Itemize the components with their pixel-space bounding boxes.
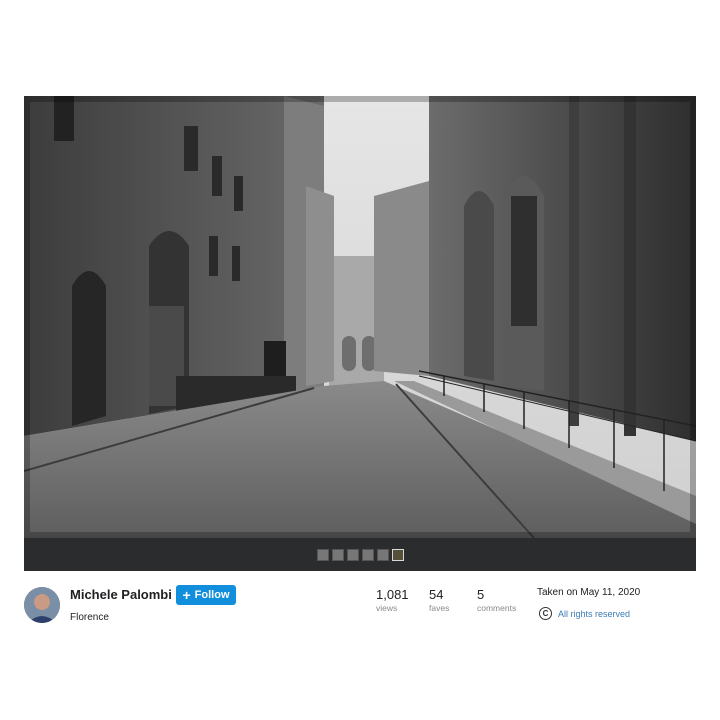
owner-name[interactable]: Michele Palombi — [70, 587, 172, 602]
views-label: views — [376, 603, 398, 613]
faves-count: 54 — [429, 587, 444, 602]
owner-location[interactable]: Florence — [70, 612, 109, 623]
filmstrip-thumb[interactable] — [331, 548, 344, 561]
follow-label: Follow — [194, 589, 230, 601]
follow-button[interactable]: + Follow — [176, 585, 236, 605]
avatar[interactable] — [24, 587, 60, 623]
filmstrip-thumb[interactable] — [316, 548, 329, 561]
filmstrip-thumb[interactable] — [361, 548, 374, 561]
rights-link[interactable]: C All rights reserved — [539, 607, 630, 620]
rights-text: All rights reserved — [558, 608, 631, 619]
comments-count: 5 — [477, 587, 485, 602]
filmstrip — [24, 538, 696, 571]
faves-stat: 54 faves — [429, 587, 449, 613]
main-photo[interactable] — [24, 96, 696, 538]
comments-stat[interactable]: 5 comments — [477, 587, 516, 613]
plus-icon: + — [182, 587, 191, 603]
photo-viewer — [24, 96, 696, 571]
filmstrip-thumb[interactable] — [346, 548, 359, 561]
taken-date[interactable]: Taken on May 11, 2020 — [537, 587, 640, 598]
views-count: 1,081 — [376, 587, 409, 602]
comments-label: comments — [477, 603, 517, 613]
views-stat: 1,081 views — [376, 587, 409, 613]
faves-label: faves — [429, 603, 450, 613]
filmstrip-thumb-active[interactable] — [391, 548, 404, 561]
photo-meta-bar: Michele Palombi + Follow Florence 1,081 … — [24, 573, 696, 625]
copyright-icon: C — [539, 607, 552, 620]
filmstrip-thumb[interactable] — [376, 548, 389, 561]
